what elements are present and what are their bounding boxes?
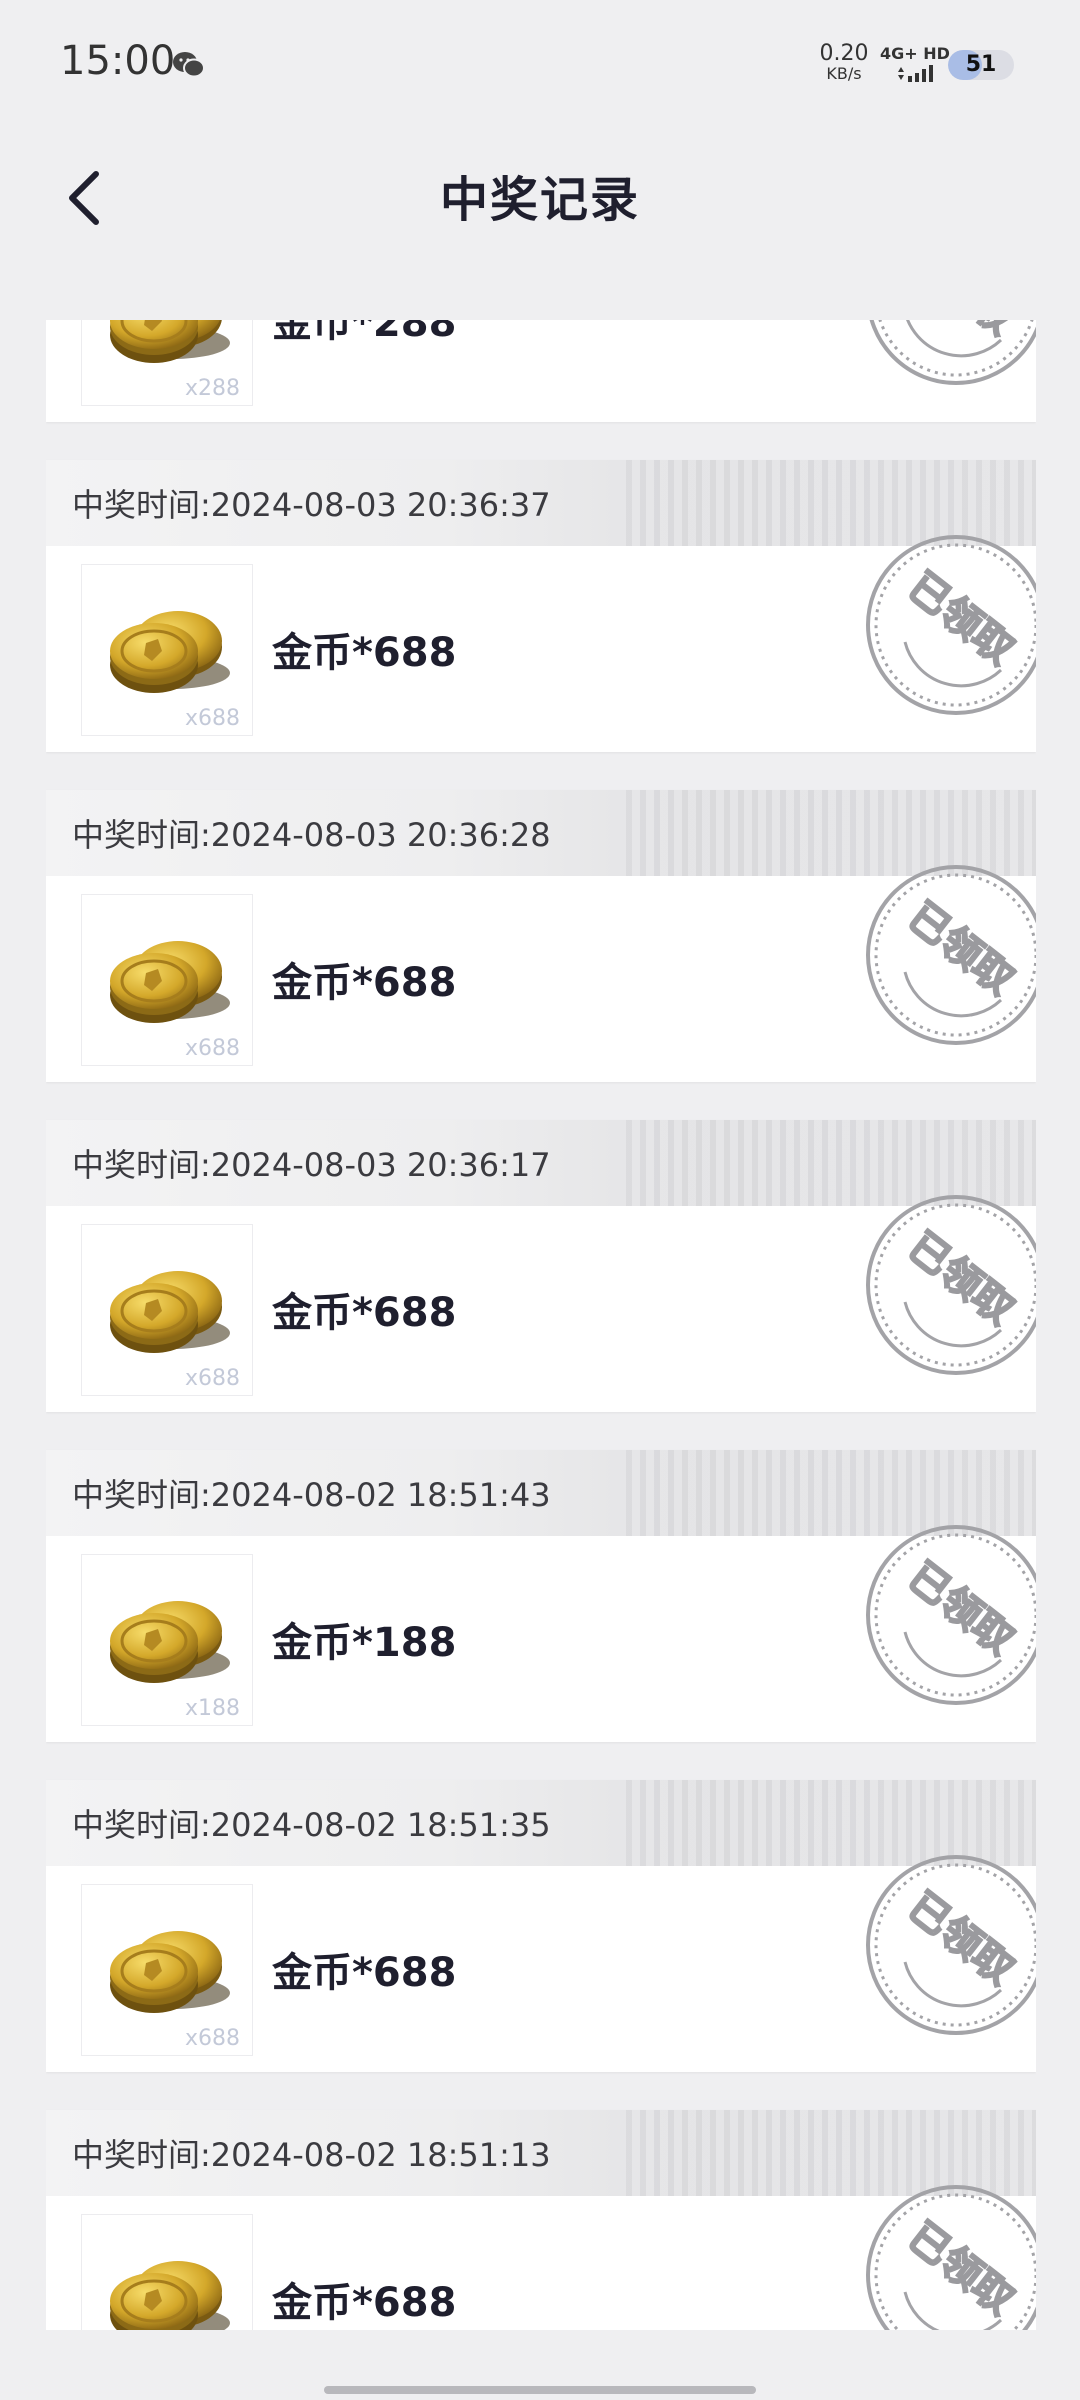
record-card-body: 中奖时间:2024-08-02 18:51:43 x188 金币*188 已领取 <box>46 1450 1036 1742</box>
svg-text:已领取: 已领取 <box>899 2214 1022 2324</box>
prize-name: 金币*688 <box>272 630 457 676</box>
prize-thumbnail: x688 <box>81 1884 253 2056</box>
win-time: 中奖时间:2024-08-02 18:51:35 <box>72 1806 551 1844</box>
page-title: 中奖记录 <box>439 172 640 228</box>
gold-coin-icon <box>110 1601 230 1683</box>
status-time: 15:00 <box>60 38 176 84</box>
prize-thumbnail: x688 <box>81 2214 253 2330</box>
record-card-body: 中奖时间:2024-08-03 20:36:28 x688 金币*688 已领取 <box>46 790 1036 1082</box>
win-time: 中奖时间:2024-08-02 18:51:43 <box>72 1476 551 1514</box>
svg-text:已领取: 已领取 <box>899 320 1022 344</box>
prize-thumbnail: x188 <box>81 1554 253 1726</box>
gold-coin-icon <box>110 941 230 1023</box>
record-card-body: 中奖时间:2024-08-03 20:36:37 x688 金币*688 已领取 <box>46 460 1036 752</box>
prize-thumbnail: x288 <box>81 320 253 406</box>
home-indicator[interactable] <box>324 2386 756 2394</box>
gold-coin-icon <box>110 611 230 693</box>
status-bar: 15:00 0.20 KB/s 4G+ HD 51 <box>0 0 1080 130</box>
win-time: 中奖时间:2024-08-03 20:36:17 <box>72 1146 551 1184</box>
win-time: 中奖时间:2024-08-03 20:36:28 <box>72 816 551 854</box>
prize-thumbnail: x688 <box>81 564 253 736</box>
claimed-stamp-icon: 已领取 <box>869 320 1036 385</box>
win-time: 中奖时间:2024-08-02 18:51:13 <box>72 2136 551 2174</box>
prize-quantity-label: x188 <box>184 1696 240 1721</box>
svg-text:已领取: 已领取 <box>899 564 1022 674</box>
wechat-icon <box>173 52 205 78</box>
record-card-body: 中奖时间:2024-08-03 20:36:17 x688 金币*688 已领取 <box>46 1120 1036 1412</box>
record-card[interactable]: x288 金币*288 已领取 <box>46 320 1036 422</box>
claimed-stamp-icon: 已领取 <box>866 865 1036 1045</box>
svg-text:已领取: 已领取 <box>899 894 1022 1004</box>
prize-name: 金币*688 <box>272 2280 457 2326</box>
record-card-body: 中奖时间:2024-08-02 18:51:13 金币*688 已领取 <box>46 2110 1036 2330</box>
record-card[interactable]: 中奖时间:2024-08-03 20:36:37 x688 金币*688 已领取 <box>46 460 1036 752</box>
win-time: 中奖时间:2024-08-03 20:36:37 <box>72 486 551 524</box>
prize-quantity-label: x688 <box>184 706 240 731</box>
claimed-stamp-icon: 已领取 <box>866 1855 1036 2035</box>
screen: 15:00 0.20 KB/s 4G+ HD 51 中奖记录 x288 金币*2… <box>0 0 1080 2400</box>
records-list[interactable]: x288 金币*288 已领取 中奖时间:2024-08-03 20:36:37 <box>46 320 1036 2330</box>
prize-name: 金币*688 <box>272 1290 457 1336</box>
claimed-stamp-icon: 已领取 <box>866 1525 1036 1705</box>
svg-text:已领取: 已领取 <box>899 1224 1022 1334</box>
prize-thumbnail: x688 <box>81 894 253 1066</box>
record-card[interactable]: 中奖时间:2024-08-03 20:36:17 x688 金币*688 已领取 <box>46 1120 1036 1412</box>
svg-text:已领取: 已领取 <box>899 1554 1022 1664</box>
signal-icon <box>898 65 933 82</box>
record-card[interactable]: 中奖时间:2024-08-02 18:51:43 x188 金币*188 已领取 <box>46 1450 1036 1742</box>
network-type-label: 4G+ HD <box>880 44 950 63</box>
prize-quantity-label: x688 <box>184 2026 240 2051</box>
prize-name: 金币*688 <box>272 1950 457 1996</box>
prize-name: 金币*188 <box>272 1620 457 1666</box>
record-card[interactable]: 中奖时间:2024-08-02 18:51:13 金币*688 已领取 <box>46 2110 1036 2330</box>
network-speed-value: 0.20 <box>819 41 869 66</box>
prize-quantity-label: x688 <box>184 1366 240 1391</box>
gold-coin-icon <box>110 2261 230 2330</box>
prize-name: 金币*688 <box>272 960 457 1006</box>
claimed-stamp-icon: 已领取 <box>866 2185 1036 2330</box>
battery-icon: 51 <box>948 50 1014 80</box>
network-speed-unit: KB/s <box>826 64 862 83</box>
network-speed: 0.20 KB/s <box>818 41 870 84</box>
record-card[interactable]: 中奖时间:2024-08-02 18:51:35 x688 金币*688 已领取 <box>46 1780 1036 2072</box>
claimed-stamp-icon: 已领取 <box>866 535 1036 715</box>
gold-coin-icon <box>110 1271 230 1353</box>
record-card[interactable]: 中奖时间:2024-08-03 20:36:28 x688 金币*688 已领取 <box>46 790 1036 1082</box>
prize-thumbnail: x688 <box>81 1224 253 1396</box>
battery-percent: 51 <box>965 52 997 77</box>
gold-coin-icon <box>110 1931 230 2013</box>
prize-quantity-label: x288 <box>184 376 240 401</box>
claimed-stamp-icon: 已领取 <box>866 1195 1036 1375</box>
prize-quantity-label: x688 <box>184 1036 240 1061</box>
record-card-body: 中奖时间:2024-08-02 18:51:35 x688 金币*688 已领取 <box>46 1780 1036 2072</box>
svg-text:已领取: 已领取 <box>899 1884 1022 1994</box>
record-card-body: x288 金币*288 已领取 <box>46 320 1036 422</box>
prize-name: 金币*288 <box>272 320 457 346</box>
